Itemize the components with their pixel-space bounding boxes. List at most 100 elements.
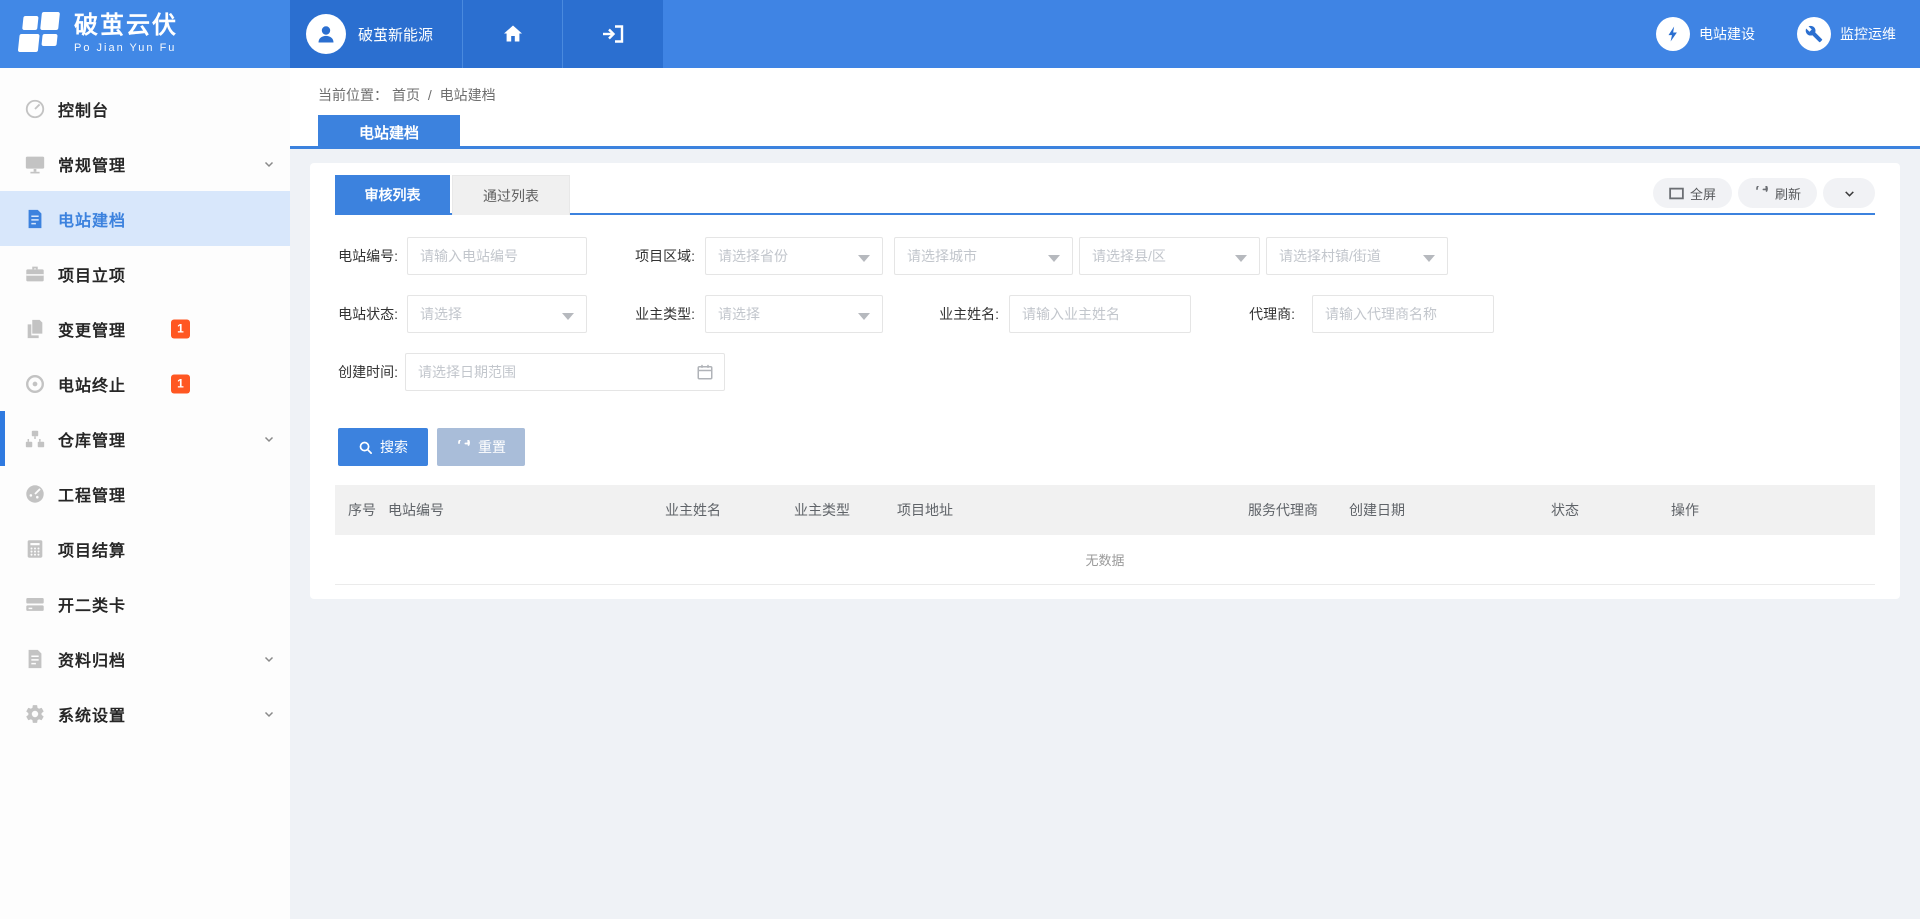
city-select[interactable]: 请选择城市 <box>894 237 1073 275</box>
tab-review-list[interactable]: 审核列表 <box>335 175 450 215</box>
station-no-input[interactable] <box>408 238 586 274</box>
date-range-input[interactable] <box>406 354 724 390</box>
breadcrumb-prefix: 当前位置： <box>318 87 388 103</box>
calendar-icon <box>696 363 714 381</box>
column-header: 序号 <box>348 500 388 520</box>
page-tab-station-filing[interactable]: 电站建档 <box>318 115 460 149</box>
sidebar-item-label: 常规管理 <box>58 152 126 176</box>
sidebar-item-label: 仓库管理 <box>58 427 126 451</box>
notification-badge: 1 <box>171 374 190 393</box>
user-icon <box>314 22 338 46</box>
reset-label: 重置 <box>478 437 506 457</box>
province-select[interactable]: 请选择省份 <box>705 237 883 275</box>
sidebar-item-station-termination[interactable]: 电站终止 1 <box>0 356 290 411</box>
chevron-down-icon <box>263 158 275 170</box>
caret-down-icon <box>858 255 870 262</box>
sidebar-item-label: 项目立项 <box>58 262 126 286</box>
province-placeholder: 请选择省份 <box>718 246 788 266</box>
column-header: 业主类型 <box>794 500 897 520</box>
sidebar-item-system-settings[interactable]: 系统设置 <box>0 686 290 741</box>
sidebar-item-label: 变更管理 <box>58 317 126 341</box>
agent-input[interactable] <box>1313 296 1493 332</box>
sidebar-item-label: 工程管理 <box>58 482 126 506</box>
avatar <box>306 14 346 54</box>
fullscreen-icon <box>1669 187 1684 200</box>
home-button[interactable] <box>462 0 562 68</box>
dashboard-icon <box>24 483 46 505</box>
station-no-field <box>407 237 587 275</box>
sidebar-item-engineering-mgmt[interactable]: 工程管理 <box>0 466 290 521</box>
sidebar-item-station-filing[interactable]: 电站建档 <box>0 191 290 246</box>
owner-type-label: 业主类型: <box>587 295 695 333</box>
sidebar-item-label: 电站终止 <box>58 372 126 396</box>
page-body: 审核列表 通过列表 全屏 刷新 电 <box>290 149 1920 919</box>
owner-type-placeholder: 请选择 <box>718 304 760 324</box>
sidebar-item-document-archive[interactable]: 资料归档 <box>0 631 290 686</box>
owner-name-input[interactable] <box>1010 296 1190 332</box>
sidebar-item-change-mgmt[interactable]: 变更管理 1 <box>0 301 290 356</box>
search-button[interactable]: 搜索 <box>338 428 428 466</box>
agent-label: 代理商: <box>1187 295 1295 333</box>
refresh-label: 刷新 <box>1775 184 1801 203</box>
county-select[interactable]: 请选择县/区 <box>1079 237 1260 275</box>
nav-monitor-ops[interactable]: 监控运维 <box>1797 17 1896 51</box>
nav-monitor-ops-label: 监控运维 <box>1840 24 1896 44</box>
village-placeholder: 请选择村镇/街道 <box>1279 246 1381 266</box>
wrench-icon-wrap <box>1797 17 1831 51</box>
home-icon <box>501 22 525 46</box>
gear-icon <box>24 703 46 725</box>
filter-row-1: 电站编号: 项目区域: 请选择省份 请选择城市 请选择县/区 <box>335 237 1875 295</box>
tab-passed-list[interactable]: 通过列表 <box>452 175 570 215</box>
content-card: 审核列表 通过列表 全屏 刷新 电 <box>310 163 1900 599</box>
sidebar-item-label: 系统设置 <box>58 702 126 726</box>
sidebar-item-label: 电站建档 <box>58 207 126 231</box>
sidebar-item-general-mgmt[interactable]: 常规管理 <box>0 136 290 191</box>
filter-row-2: 电站状态: 请选择 业主类型: 请选择 业主姓名: 代理商: <box>335 295 1875 353</box>
brand-title: 破茧云伏 <box>74 14 178 38</box>
station-status-select[interactable]: 请选择 <box>407 295 587 333</box>
sidebar-item-project-initiation[interactable]: 项目立项 <box>0 246 290 301</box>
bolt-icon-wrap <box>1656 17 1690 51</box>
sidebar-item-console[interactable]: 控制台 <box>0 81 290 136</box>
breadcrumb-band: 当前位置：首页 / 电站建档 电站建档 <box>290 68 1920 149</box>
sitemap-icon <box>24 428 46 450</box>
owner-name-field <box>1009 295 1191 333</box>
sidebar-item-warehouse-mgmt[interactable]: 仓库管理 <box>0 411 290 466</box>
calculator-icon <box>24 538 46 560</box>
caret-down-icon <box>562 313 574 320</box>
user-menu[interactable]: 破茧新能源 <box>290 0 462 68</box>
owner-type-select[interactable]: 请选择 <box>705 295 883 333</box>
breadcrumb-home[interactable]: 首页 <box>392 87 420 103</box>
nav-station-build[interactable]: 电站建设 <box>1656 17 1755 51</box>
region-label: 项目区域: <box>587 237 695 275</box>
sidebar-item-project-settlement[interactable]: 项目结算 <box>0 521 290 576</box>
column-header: 项目地址 <box>897 500 1248 520</box>
reset-button[interactable]: 重置 <box>437 428 525 466</box>
chevron-down-icon <box>263 708 275 720</box>
breadcrumb-current: 电站建档 <box>440 87 496 103</box>
notification-badge: 1 <box>171 319 190 338</box>
sidebar-item-open-type2-card[interactable]: 开二类卡 <box>0 576 290 631</box>
fullscreen-button[interactable]: 全屏 <box>1653 178 1732 208</box>
brand-logo-icon <box>16 12 64 56</box>
created-time-label: 创建时间: <box>335 353 398 391</box>
column-header: 电站编号 <box>388 500 665 520</box>
refresh-icon <box>1754 186 1769 201</box>
column-header: 创建日期 <box>1349 500 1551 520</box>
filter-row-3: 创建时间: <box>335 353 1875 411</box>
record-icon <box>24 373 46 395</box>
village-select[interactable]: 请选择村镇/街道 <box>1266 237 1448 275</box>
owner-name-label: 业主姓名: <box>891 295 999 333</box>
redo-icon <box>456 440 471 455</box>
wrench-icon <box>1805 25 1823 43</box>
table-header-row: 序号 电站编号 业主姓名 业主类型 项目地址 服务代理商 创建日期 状态 操作 <box>335 485 1875 535</box>
file-icon <box>24 648 46 670</box>
filter-actions: 搜索 重置 <box>335 428 1875 466</box>
refresh-button[interactable]: 刷新 <box>1738 178 1817 208</box>
collapse-button[interactable] <box>1823 178 1875 208</box>
sidebar-item-label: 资料归档 <box>58 647 126 671</box>
bolt-icon <box>1664 25 1682 43</box>
logout-button[interactable] <box>562 0 662 68</box>
chevron-down-icon <box>263 433 275 445</box>
column-header: 状态 <box>1551 500 1671 520</box>
